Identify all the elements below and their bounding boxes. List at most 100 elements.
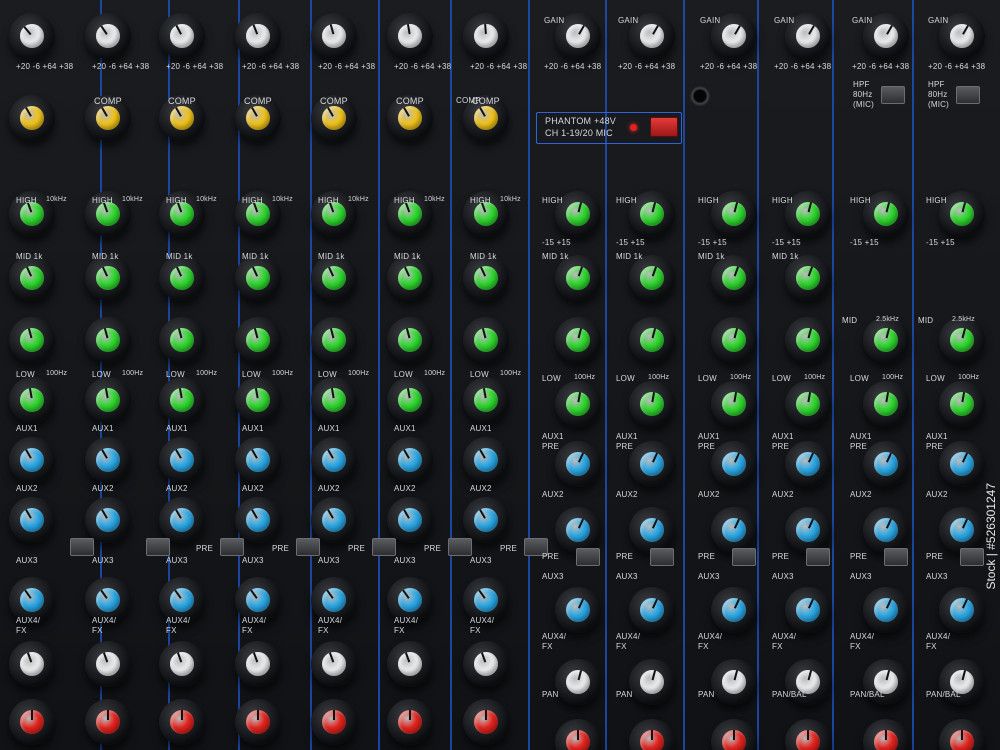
eq-mid-freq-value: 2.5kHz [952, 316, 975, 323]
gain-label: GAIN [700, 16, 721, 25]
pre-switch[interactable] [576, 548, 600, 566]
fx-label: FX [318, 626, 329, 635]
pre-switch[interactable] [732, 548, 756, 566]
eq-high-freq-label: 10kHz [272, 196, 293, 203]
pre-label: PRE [616, 552, 634, 561]
aux1-label: AUX1 [850, 432, 872, 441]
pre-switch[interactable] [70, 538, 94, 556]
eq-high-range-label: -15 +15 [850, 238, 879, 247]
pre-switch[interactable] [960, 548, 984, 566]
strip-divider [378, 0, 380, 750]
aux1-label: AUX1 [616, 432, 638, 441]
eq-high-freq-label: 10kHz [500, 196, 521, 203]
eq-high-label: HIGH [166, 196, 187, 205]
eq-mid-freq-value: 2.5kHz [876, 316, 899, 323]
gain-range-label: +20 -6 +64 +38 [166, 62, 224, 71]
pre-switch[interactable] [650, 548, 674, 566]
phantom-power-switch[interactable] [650, 117, 678, 137]
phantom-led-indicator [630, 124, 637, 131]
eq-low-freq-label: 100Hz [424, 370, 446, 377]
eq-low-label: LOW [698, 374, 717, 383]
aux2-label: AUX2 [470, 484, 492, 493]
aux3-label: AUX3 [616, 572, 638, 581]
pre-switch[interactable] [220, 538, 244, 556]
hpf-button[interactable] [881, 86, 905, 104]
eq-high-label: HIGH [616, 196, 637, 205]
pre-label: PRE [424, 544, 442, 553]
eq-high-label: HIGH [242, 196, 263, 205]
pre-label: PRE [542, 552, 560, 561]
pre-switch[interactable] [806, 548, 830, 566]
eq-mid-freq-label: MID 1k [92, 252, 119, 261]
aux4-label: AUX4/ [92, 616, 117, 625]
pre-label: PRE [542, 442, 560, 451]
eq-high-label: HIGH [92, 196, 113, 205]
eq-low-label: LOW [772, 374, 791, 383]
fx-label: FX [926, 642, 937, 651]
aux2-label: AUX2 [166, 484, 188, 493]
strip-divider [832, 0, 834, 750]
gain-range-label: +20 -6 +64 +38 [774, 62, 832, 71]
eq-low-freq-label: 100Hz [348, 370, 370, 377]
eq-low-label: LOW [16, 370, 35, 379]
phantom-label-line1: PHANTOM +48V [545, 116, 617, 126]
gain-range-label: +20 -6 +64 +38 [928, 62, 986, 71]
aux3-label: AUX3 [394, 556, 416, 565]
eq-mid-freq-label: MID 1k [470, 252, 497, 261]
eq-low-label: LOW [616, 374, 635, 383]
aux1-label: AUX1 [16, 424, 38, 433]
eq-low-label: LOW [92, 370, 111, 379]
pan-label: PAN [542, 690, 559, 699]
aux1-label: AUX1 [698, 432, 720, 441]
eq-mid-label: MID [918, 316, 934, 325]
pre-label: PRE [698, 442, 716, 451]
pre-switch[interactable] [296, 538, 320, 556]
fx-label: FX [166, 626, 177, 635]
aux4-label: AUX4/ [772, 632, 797, 641]
aux2-label: AUX2 [616, 490, 638, 499]
eq-high-freq-label: 10kHz [424, 196, 445, 203]
hpf-freq-label: 80Hz [928, 90, 948, 99]
eq-high-range-label: -15 +15 [698, 238, 727, 247]
pre-switch[interactable] [884, 548, 908, 566]
strip-divider [683, 0, 685, 750]
comp-label: COMP [456, 96, 481, 105]
aux3-label: AUX3 [318, 556, 340, 565]
aux3-label: AUX3 [242, 556, 264, 565]
stock-watermark: Stock | #526301247 [984, 483, 998, 590]
aux1-label: AUX1 [394, 424, 416, 433]
pre-switch[interactable] [372, 538, 396, 556]
eq-high-label: HIGH [542, 196, 563, 205]
aux4-label: AUX4/ [470, 616, 495, 625]
aux4-label: AUX4/ [616, 632, 641, 641]
aux4-label: AUX4/ [926, 632, 951, 641]
eq-low-freq-label: 100Hz [574, 374, 596, 381]
pan-label: PAN [616, 690, 633, 699]
aux1-label: AUX1 [772, 432, 794, 441]
eq-high-label: HIGH [850, 196, 871, 205]
gain-range-label: +20 -6 +64 +38 [16, 62, 74, 71]
gain-label: GAIN [544, 16, 565, 25]
hpf-button[interactable] [956, 86, 980, 104]
eq-low-freq-label: 100Hz [730, 374, 752, 381]
aux1-label: AUX1 [92, 424, 114, 433]
pre-switch[interactable] [146, 538, 170, 556]
eq-low-label: LOW [242, 370, 261, 379]
gain-label: GAIN [618, 16, 639, 25]
gain-range-label: +20 -6 +64 +38 [242, 62, 300, 71]
aux2-label: AUX2 [542, 490, 564, 499]
aux3-label: AUX3 [92, 556, 114, 565]
aux3-label: AUX3 [470, 556, 492, 565]
pan-label: PAN/BAL [772, 690, 807, 699]
fx-label: FX [16, 626, 27, 635]
aux1-label: AUX1 [166, 424, 188, 433]
gain-range-label: +20 -6 +64 +38 [618, 62, 676, 71]
pre-switch[interactable] [448, 538, 472, 556]
fx-label: FX [470, 626, 481, 635]
gain-range-label: +20 -6 +64 +38 [318, 62, 376, 71]
aux1-label: AUX1 [318, 424, 340, 433]
gain-range-label: +20 -6 +64 +38 [92, 62, 150, 71]
eq-high-label: HIGH [698, 196, 719, 205]
aux3-label: AUX3 [166, 556, 188, 565]
eq-high-label: HIGH [394, 196, 415, 205]
